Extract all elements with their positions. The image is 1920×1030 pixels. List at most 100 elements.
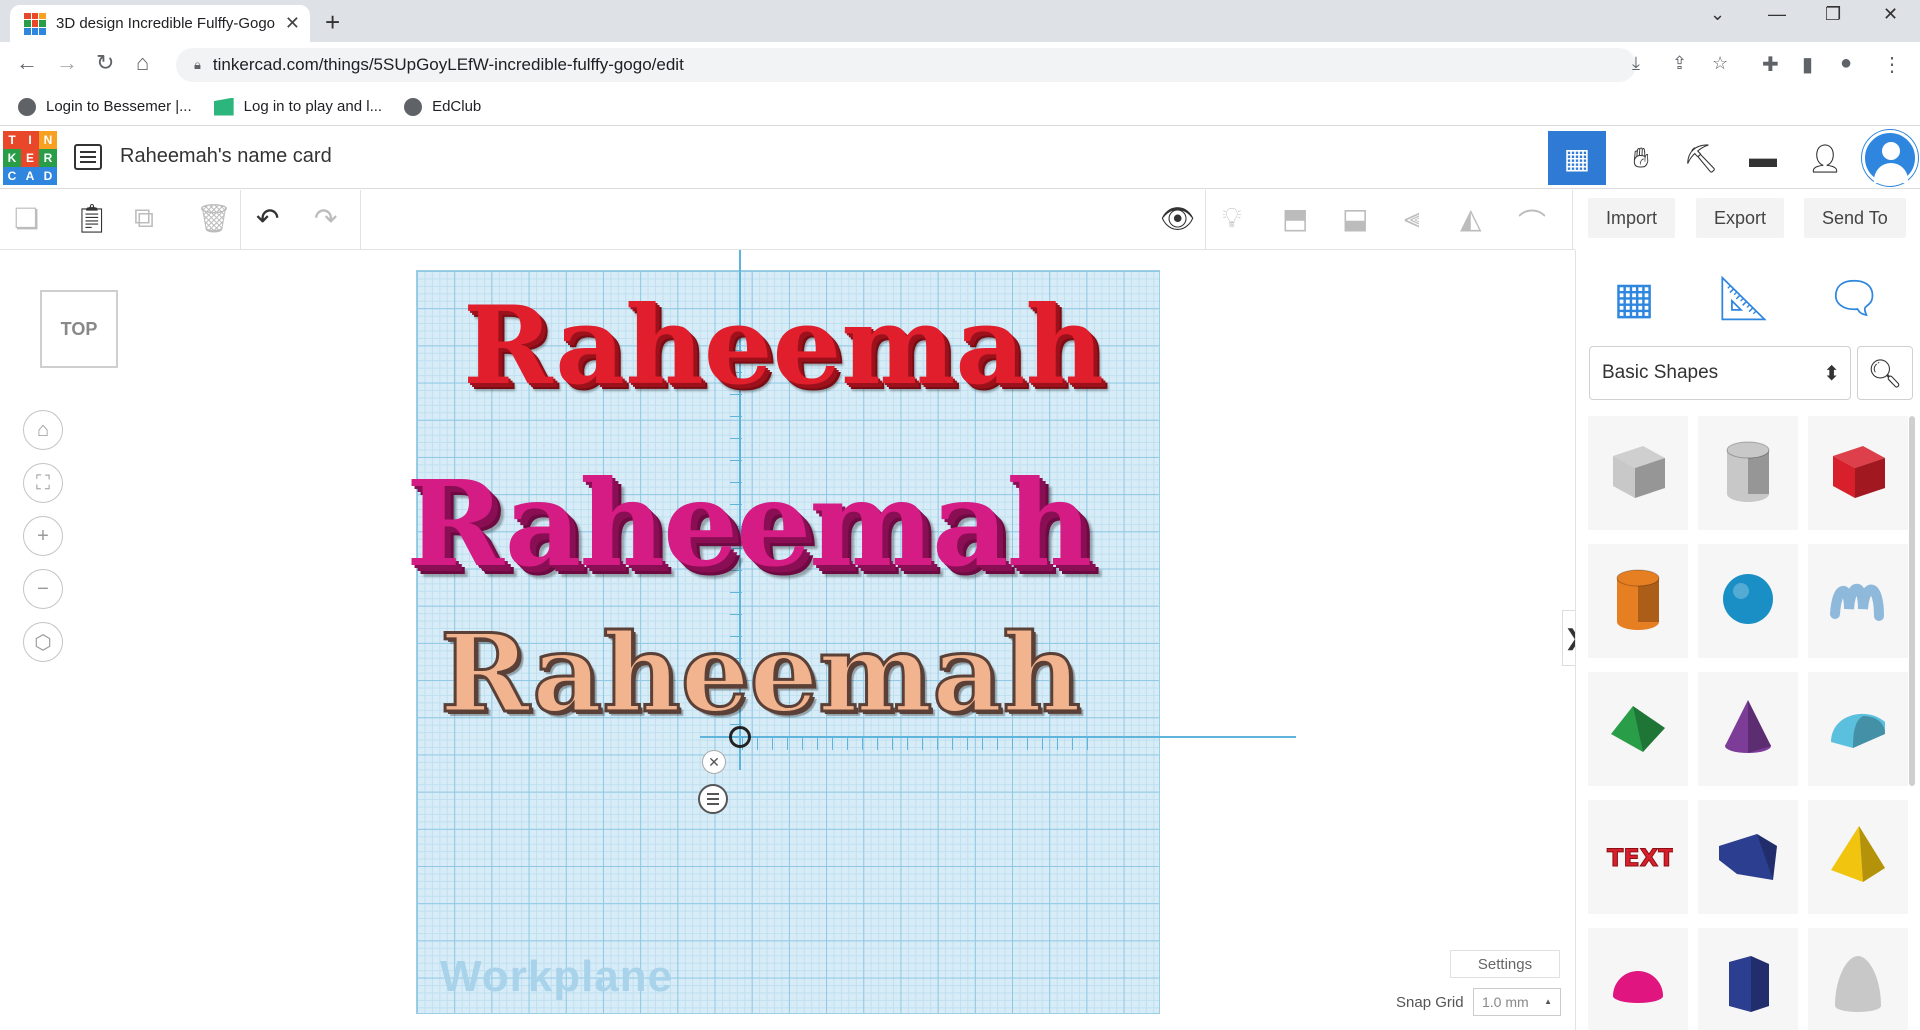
delete-icon[interactable]: 🗑︎ — [196, 202, 232, 235]
undo-icon[interactable]: ↶ — [256, 202, 279, 235]
home-view-button[interactable]: ⌂ — [23, 410, 63, 450]
lessons-button[interactable]: ▬ — [1734, 131, 1792, 185]
tab-search-chevron-icon[interactable]: ⌄ — [1710, 4, 1725, 25]
shape-half-sphere[interactable] — [1588, 928, 1688, 1030]
bookmark-edclub[interactable]: EdClub — [404, 97, 482, 116]
browser-tab-active[interactable]: 3D design Incredible Fulffy-Gogo | Tinke… — [10, 5, 310, 42]
duplicate-icon[interactable]: ⧉ — [134, 202, 154, 235]
shape-scribble[interactable] — [1808, 544, 1908, 658]
invite-user-button[interactable]: 👤︎ — [1796, 131, 1854, 185]
blocks-button[interactable]: ✋︎ — [1612, 131, 1670, 185]
shape-cylinder-striped[interactable] — [1698, 416, 1798, 530]
3d-design-view-button[interactable]: ▦ — [1548, 131, 1606, 185]
window-close-icon[interactable]: ✕ — [1883, 4, 1898, 25]
profile-icon[interactable]: ● — [1840, 52, 1852, 75]
magnet-icon[interactable]: ⌒ — [1518, 202, 1546, 242]
bricks-button[interactable]: ⛏︎ — [1672, 131, 1730, 185]
install-app-icon[interactable]: ⤓ — [1632, 53, 1640, 74]
lock-icon[interactable]: 🔒︎ — [194, 57, 201, 73]
ungroup-icon[interactable]: ⬓ — [1342, 202, 1368, 235]
polygon-icon — [1713, 948, 1783, 1023]
minimize-icon[interactable]: — — [1768, 4, 1786, 25]
align-icon[interactable]: ⫷ — [1404, 202, 1420, 235]
send-to-button[interactable]: Send To — [1804, 198, 1906, 238]
shape-roof[interactable] — [1588, 672, 1688, 786]
redo-icon[interactable]: ↷ — [314, 202, 337, 235]
bookmark-play[interactable]: Log in to play and l... — [213, 97, 383, 116]
address-bar[interactable]: 🔒︎ tinkercad.com/things/5SUpGoyLEfW-incr… — [176, 48, 1636, 82]
text-shape-pink[interactable]: Raheemah — [406, 465, 1092, 583]
user-avatar[interactable] — [1862, 130, 1918, 186]
text-shape-peach[interactable]: Raheemah — [439, 619, 1083, 730]
side-panel-icon[interactable]: ▮ — [1802, 52, 1813, 77]
shape-paraboloid[interactable] — [1808, 928, 1908, 1030]
design-title[interactable]: Raheemah's name card — [120, 145, 332, 168]
text-shape-red[interactable]: Raheemah — [463, 292, 1104, 400]
tinkercad-logo[interactable]: TINKERCAD — [3, 131, 57, 185]
reload-icon[interactable]: ↻ — [96, 50, 114, 76]
search-shapes-button[interactable]: 🔍︎ — [1857, 346, 1913, 400]
new-tab-button[interactable]: + — [325, 7, 340, 38]
restore-icon[interactable]: ❐ — [1825, 4, 1841, 25]
chrome-menu-icon[interactable]: ⋮ — [1882, 52, 1902, 77]
import-button[interactable]: Import — [1588, 198, 1676, 238]
shape-text[interactable]: TEXT — [1588, 800, 1688, 914]
shape-polygon[interactable] — [1698, 928, 1798, 1030]
shape-wedge[interactable] — [1698, 800, 1798, 914]
design-list-icon[interactable] — [74, 144, 102, 170]
back-icon[interactable]: ← — [16, 50, 38, 76]
bookmark-label: Log in to play and l... — [243, 98, 383, 115]
zoom-in-button[interactable]: + — [23, 516, 63, 556]
shape-round-roof[interactable] — [1808, 672, 1908, 786]
show-all-icon[interactable]: 👁︎ — [1160, 202, 1196, 235]
paste-icon[interactable]: 📋︎ — [74, 202, 110, 235]
copy-icon[interactable]: ❏ — [14, 202, 39, 235]
group-icon[interactable]: ⬒ — [1282, 202, 1308, 235]
shape-cylinder[interactable] — [1588, 544, 1688, 658]
workplane-grid-icon: ▦ — [1613, 273, 1655, 323]
panel-scrollbar[interactable] — [1909, 416, 1915, 786]
shape-sphere[interactable] — [1698, 544, 1798, 658]
snap-grid-select[interactable]: 1.0 mm — [1473, 988, 1561, 1016]
round-roof-icon — [1823, 692, 1893, 767]
logo-letter: K — [3, 149, 21, 167]
logo-letter: A — [21, 167, 39, 185]
perspective-button[interactable]: ⬡ — [23, 622, 63, 662]
forward-icon[interactable]: → — [56, 50, 78, 76]
panel-collapse-chevron-icon[interactable]: ❯ — [1562, 610, 1575, 666]
ruler-tool-button[interactable]: 📐︎ — [1714, 268, 1774, 328]
ruler-origin-handle[interactable] — [729, 726, 751, 748]
share-icon[interactable]: ⇪ — [1672, 53, 1687, 74]
browser-tab-strip: 3D design Incredible Fulffy-Gogo | Tinke… — [0, 0, 1920, 42]
notes-tool-button[interactable]: 🗨︎ — [1824, 268, 1884, 328]
export-button[interactable]: Export — [1696, 198, 1785, 238]
shape-box-striped[interactable] — [1588, 416, 1688, 530]
cube-icon: ⬡ — [34, 631, 52, 654]
bookmark-star-icon[interactable]: ☆ — [1712, 53, 1728, 74]
box-icon — [1823, 436, 1893, 511]
workplane-tool-button[interactable]: ▦ — [1604, 268, 1664, 328]
shape-cone[interactable] — [1698, 672, 1798, 786]
design-canvas[interactable]: TOP ⌂ ⛶ + − ⬡ Workplane Raheemah Raheema… — [0, 250, 1575, 1030]
bookmark-bessemer[interactable]: Login to Bessemer |... — [18, 97, 192, 116]
bookmark-label: EdClub — [432, 98, 482, 115]
shape-category-select[interactable]: Basic Shapes — [1589, 346, 1851, 400]
zoom-out-button[interactable]: − — [23, 569, 63, 609]
settings-button[interactable]: Settings — [1450, 950, 1560, 978]
home-icon[interactable]: ⌂ — [136, 50, 149, 76]
toolbar-divider — [1572, 190, 1573, 250]
mirror-icon[interactable]: ◭ — [1460, 202, 1482, 235]
logo-letter: I — [21, 131, 39, 149]
ruler-icon: 📐︎ — [1716, 274, 1772, 323]
tab-close-icon[interactable]: ✕ — [285, 13, 300, 34]
ruler-menu-icon[interactable] — [698, 784, 728, 814]
fit-view-button[interactable]: ⛶ — [23, 463, 63, 503]
extensions-icon[interactable]: ✚ — [1762, 52, 1779, 77]
notes-lightbulb-icon[interactable]: 💡︎ — [1222, 202, 1242, 235]
shape-pyramid[interactable] — [1808, 800, 1908, 914]
ruler-close-icon[interactable]: ✕ — [702, 750, 726, 774]
view-cube[interactable]: TOP — [40, 290, 118, 368]
hand-icon: ✋︎ — [1633, 141, 1649, 173]
ruler[interactable] — [742, 738, 1102, 760]
shape-box[interactable] — [1808, 416, 1908, 530]
